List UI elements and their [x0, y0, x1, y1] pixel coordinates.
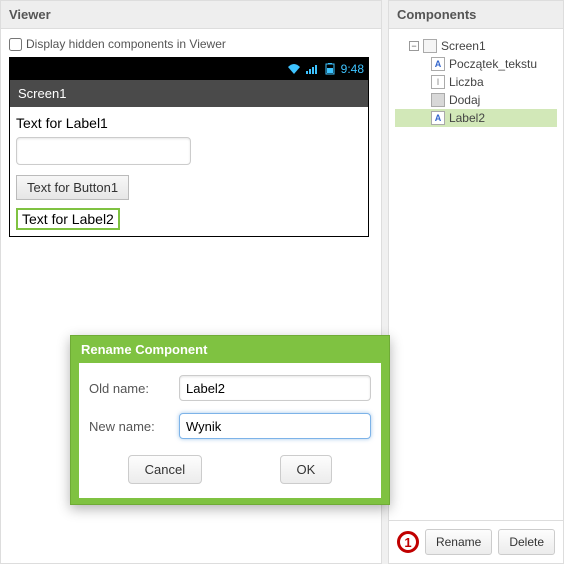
- step-marker: 1: [397, 531, 419, 553]
- components-footer: 1 Rename Delete: [389, 520, 563, 563]
- viewer-title: Viewer: [1, 1, 381, 29]
- old-name-row: Old name:: [89, 375, 371, 401]
- components-title: Components: [389, 1, 563, 29]
- textbox1[interactable]: [16, 137, 191, 165]
- status-time: 9:48: [341, 62, 364, 76]
- tree-item-label: Dodaj: [449, 93, 480, 107]
- dialog-title: Rename Component: [71, 336, 389, 363]
- phone-content: Text for Label1 Text for Button1 Text fo…: [10, 107, 368, 236]
- tree-item-label2[interactable]: A Label2: [395, 109, 557, 127]
- tree-item-screen1[interactable]: − Screen1: [395, 37, 557, 55]
- ok-button[interactable]: OK: [280, 455, 333, 484]
- button-icon: [431, 93, 445, 107]
- tree-item-label: Screen1: [441, 39, 486, 53]
- tree-item-poczatek[interactable]: A Początek_tekstu: [395, 55, 557, 73]
- battery-icon: [323, 63, 337, 75]
- tree-item-liczba[interactable]: I Liczba: [395, 73, 557, 91]
- tree-item-label: Liczba: [449, 75, 484, 89]
- tree-item-label: Początek_tekstu: [449, 57, 537, 71]
- rename-dialog: Rename Component Old name: New name: Can…: [70, 335, 390, 505]
- textbox-icon: I: [431, 75, 445, 89]
- display-hidden-checkbox-input[interactable]: [9, 38, 22, 51]
- old-name-input[interactable]: [179, 375, 371, 401]
- old-name-label: Old name:: [89, 381, 179, 396]
- label1[interactable]: Text for Label1: [16, 115, 362, 131]
- cancel-button[interactable]: Cancel: [128, 455, 202, 484]
- display-hidden-checkbox[interactable]: Display hidden components in Viewer: [9, 37, 373, 51]
- screen-icon: [423, 39, 437, 53]
- dialog-body: Old name: New name: Cancel OK: [79, 363, 381, 498]
- dialog-actions: Cancel OK: [89, 451, 371, 492]
- new-name-label: New name:: [89, 419, 179, 434]
- components-tree: − Screen1 A Początek_tekstu I Liczba Dod…: [389, 29, 563, 520]
- components-panel: Components − Screen1 A Początek_tekstu I…: [388, 0, 564, 564]
- rename-button[interactable]: Rename: [425, 529, 492, 555]
- new-name-input[interactable]: [179, 413, 371, 439]
- display-hidden-label: Display hidden components in Viewer: [26, 37, 226, 51]
- new-name-row: New name:: [89, 413, 371, 439]
- button1[interactable]: Text for Button1: [16, 175, 129, 200]
- phone-preview: 9:48 Screen1 Text for Label1 Text for Bu…: [9, 57, 369, 237]
- wifi-icon: [287, 63, 301, 75]
- tree-item-dodaj[interactable]: Dodaj: [395, 91, 557, 109]
- label2[interactable]: Text for Label2: [16, 208, 120, 230]
- label-icon: A: [431, 111, 445, 125]
- tree-item-label: Label2: [449, 111, 485, 125]
- signal-icon: [305, 63, 319, 75]
- collapse-icon[interactable]: −: [409, 41, 419, 51]
- screen-title: Screen1: [10, 80, 368, 107]
- delete-button[interactable]: Delete: [498, 529, 555, 555]
- status-bar: 9:48: [10, 58, 368, 80]
- label-icon: A: [431, 57, 445, 71]
